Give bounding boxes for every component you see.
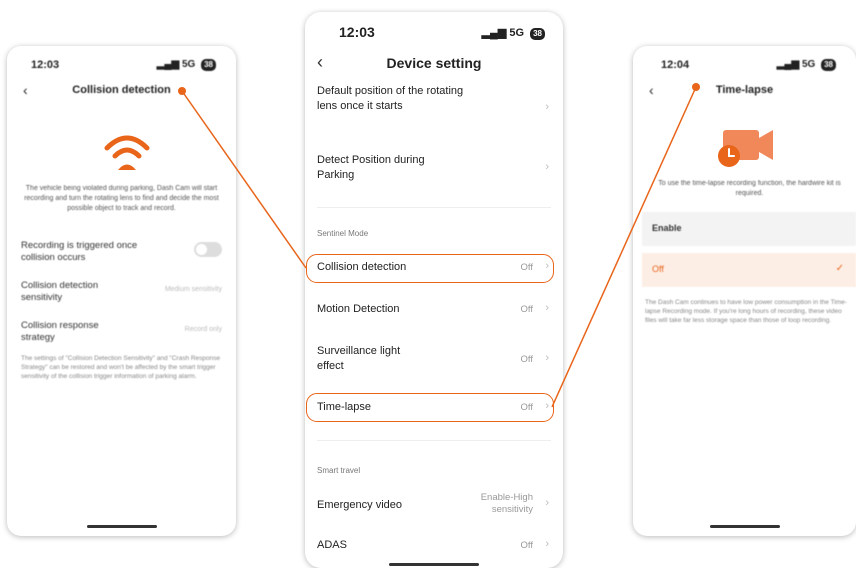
- option-enable-label: Enable: [652, 223, 682, 233]
- home-indicator: [86, 525, 157, 528]
- row-label: Surveillance light effect: [317, 345, 401, 372]
- option-off[interactable]: Off ✓: [642, 253, 856, 287]
- description-text: To use the time-lapse recording function…: [658, 180, 841, 197]
- battery-icon: 38: [530, 28, 545, 40]
- chevron-right-icon: ›: [545, 538, 549, 550]
- option-enable[interactable]: Enable: [642, 212, 856, 246]
- chevron-right-icon: ›: [545, 352, 549, 364]
- status-time: 12:03: [339, 24, 375, 40]
- row-value: Off: [520, 540, 534, 551]
- page-title: Device setting: [386, 55, 482, 71]
- sensitivity-value: Medium sensitivity: [164, 286, 222, 293]
- chevron-right-icon: ›: [545, 497, 549, 509]
- nav-bar: ‹ Collision detection: [7, 80, 236, 100]
- row-label: Default position of the rotating lens on…: [317, 85, 464, 112]
- sensitivity-row[interactable]: Collision detection sensitivity Medium s…: [21, 280, 222, 306]
- device-setting-screen: 12:03 ▂▄▆ 5G 38 ‹ Device setting Default…: [305, 12, 563, 568]
- battery-icon: 38: [201, 59, 216, 71]
- time-lapse-screen: 12:04 ▂▄▆ 5G 38 ‹ Time-lapse To use the …: [633, 46, 856, 536]
- divider: [317, 440, 551, 441]
- row-label: Motion Detection: [317, 303, 400, 315]
- status-bar: 12:03 ▂▄▆ 5G 38: [305, 12, 563, 40]
- home-indicator: [709, 525, 780, 528]
- divider: [317, 207, 551, 208]
- battery-icon: 38: [821, 59, 836, 71]
- signal-indicator: ▂▄▆ 5G 38: [157, 59, 216, 71]
- status-time: 12:04: [661, 59, 690, 71]
- row-value: Off: [520, 304, 534, 315]
- sensitivity-label: Collision detection sensitivity: [21, 280, 99, 303]
- network-label: 5G: [509, 27, 525, 39]
- settings-note: The settings of "Collision Detection Sen…: [21, 355, 221, 380]
- option-off-label: Off: [652, 264, 664, 274]
- time-lapse-note: The Dash Cam continues to have low power…: [645, 299, 847, 324]
- row-label: ADAS: [317, 539, 347, 551]
- recording-trigger-row: Recording is triggered once collision oc…: [21, 240, 222, 266]
- signal-icon: ▂▄▆: [776, 59, 800, 70]
- signal-icon: ▂▄▆: [156, 59, 180, 70]
- page-title: Collision detection: [72, 84, 171, 96]
- chevron-right-icon: ›: [545, 302, 549, 314]
- signal-indicator: ▂▄▆ 5G 38: [777, 59, 836, 71]
- nav-bar: ‹ Time-lapse: [633, 80, 856, 100]
- adas-row[interactable]: ADAS Off ›: [317, 538, 551, 556]
- row-value: Off: [520, 354, 534, 365]
- network-label: 5G: [801, 59, 816, 70]
- parking-detect-position-row[interactable]: Detect Position during Parking ›: [317, 153, 551, 187]
- collision-detection-highlight: [306, 254, 554, 283]
- wifi-warning-icon: [104, 135, 150, 170]
- signal-icon: ▂▄▆: [481, 27, 507, 39]
- motion-detection-row[interactable]: Motion Detection Off ›: [317, 302, 551, 320]
- signal-indicator: ▂▄▆ 5G 38: [482, 26, 545, 40]
- time-lapse-highlight: [306, 393, 554, 422]
- recording-trigger-label: Recording is triggered once collision oc…: [21, 240, 138, 263]
- status-bar: 12:04 ▂▄▆ 5G 38: [633, 46, 856, 72]
- rotating-lens-position-row[interactable]: Default position of the rotating lens on…: [317, 84, 551, 134]
- row-label: Detect Position during Parking: [317, 154, 425, 181]
- checkmark-icon: ✓: [835, 263, 844, 274]
- description-text: The vehicle being violated during parkin…: [24, 185, 219, 212]
- nav-bar: ‹ Device setting: [305, 52, 563, 76]
- network-label: 5G: [181, 59, 196, 70]
- row-label: Emergency video: [317, 499, 402, 511]
- response-strategy-value: Record only: [184, 326, 222, 333]
- home-indicator: [389, 563, 479, 566]
- row-value: Enable-High sensitivity: [480, 492, 533, 515]
- section-sentinel-mode: Sentinel Mode: [317, 229, 369, 238]
- status-time: 12:03: [31, 59, 60, 71]
- surveillance-light-row[interactable]: Surveillance light effect Off ›: [317, 344, 551, 378]
- chevron-right-icon: ›: [545, 161, 549, 173]
- response-strategy-label: Collision response strategy: [21, 320, 99, 343]
- emergency-video-row[interactable]: Emergency video Enable-High sensitivity …: [317, 488, 551, 522]
- response-strategy-row[interactable]: Collision response strategy Record only: [21, 320, 222, 346]
- chevron-right-icon: ›: [545, 101, 549, 113]
- section-smart-travel: Smart travel: [317, 466, 361, 475]
- page-title: Time-lapse: [715, 84, 774, 96]
- recording-trigger-toggle[interactable]: [194, 242, 222, 257]
- collision-detection-screen: 12:03 ▂▄▆ 5G 38 ‹ Collision detection Th…: [7, 46, 236, 536]
- status-bar: 12:03 ▂▄▆ 5G 38: [7, 46, 236, 72]
- video-clock-icon: [718, 130, 773, 167]
